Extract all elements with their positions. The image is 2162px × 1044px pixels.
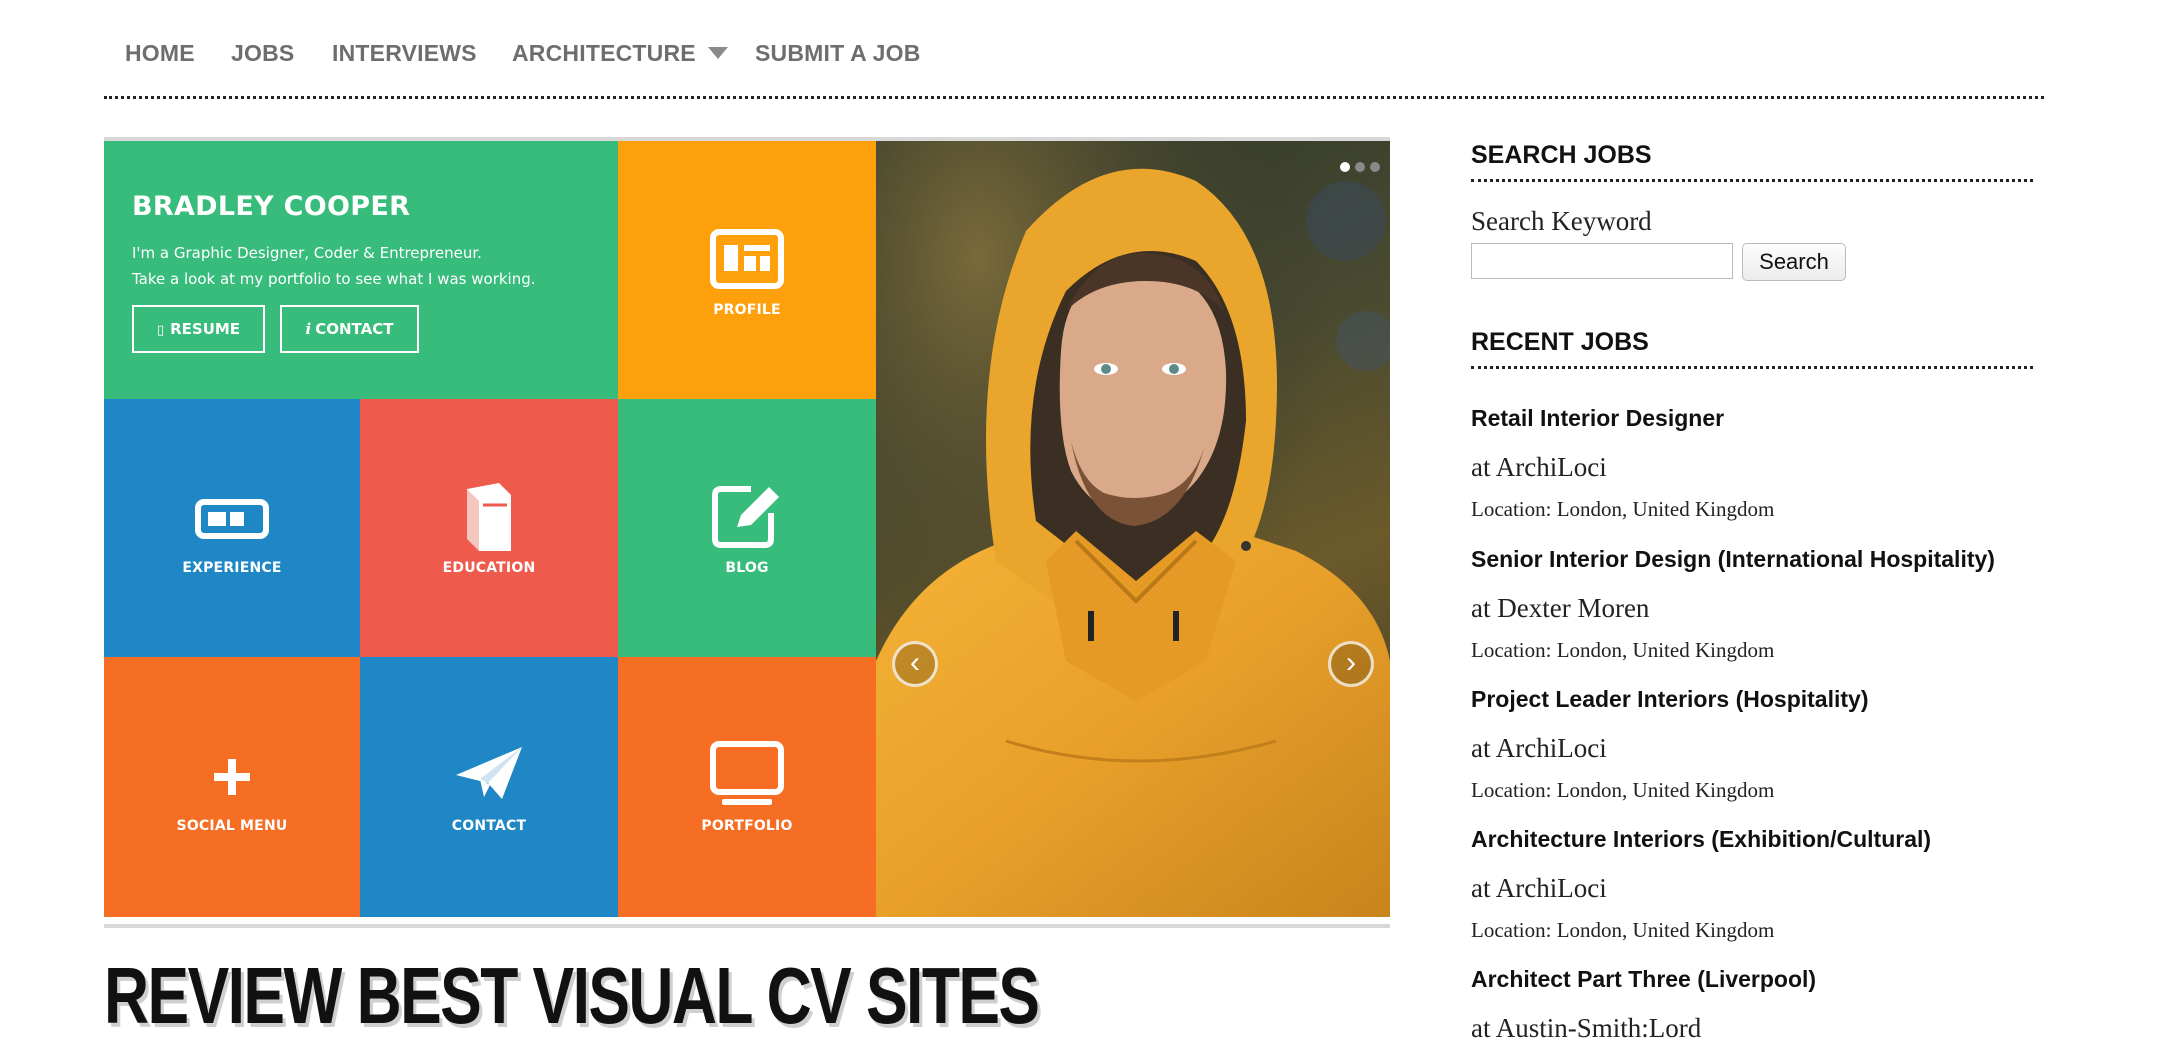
progress-bar-icon: [195, 499, 269, 539]
chevron-left-icon: ‹: [910, 646, 920, 679]
contact-button[interactable]: i CONTACT: [280, 305, 419, 353]
intro-line-2: Take a look at my portfolio to see what …: [132, 270, 536, 288]
nav-architecture[interactable]: ARCHITECTURE: [512, 40, 728, 67]
nav-architecture-label: ARCHITECTURE: [512, 40, 696, 66]
job-title[interactable]: Senior Interior Design (International Ho…: [1471, 546, 1995, 573]
tile-blog-label: BLOG: [725, 560, 769, 576]
job-company: at ArchiLoci: [1471, 452, 1607, 482]
nav-submit-job[interactable]: SUBMIT A JOB: [755, 40, 921, 67]
job-location: Location: London, United Kingdom: [1471, 918, 1775, 942]
divider: [1471, 179, 2033, 182]
article-title[interactable]: REVIEW BEST VISUAL CV SITES: [104, 956, 1040, 1036]
tile-education-label: EDUCATION: [442, 560, 536, 576]
intro-panel: BRADLEY COOPER I'm a Graphic Designer, C…: [104, 141, 618, 399]
slider-dot-2[interactable]: [1355, 162, 1365, 172]
search-keyword-input[interactable]: [1471, 243, 1733, 279]
paper-plane-icon: [456, 747, 522, 799]
job-company: at Dexter Moren: [1471, 593, 1650, 623]
tile-education[interactable]: EDUCATION: [360, 399, 618, 657]
resume-button-label: RESUME: [170, 320, 241, 338]
chevron-right-icon: ›: [1346, 646, 1356, 679]
job-location: Location: London, United Kingdom: [1471, 778, 1775, 802]
contact-button-label: CONTACT: [315, 320, 394, 338]
search-button[interactable]: Search: [1742, 243, 1846, 281]
tile-contact[interactable]: CONTACT: [360, 657, 618, 917]
nav-jobs[interactable]: JOBS: [231, 40, 294, 67]
job-location: Location: London, United Kingdom: [1471, 497, 1775, 521]
tile-social-menu[interactable]: SOCIAL MENU: [104, 657, 360, 917]
plus-icon: [214, 759, 250, 795]
intro-line-1: I'm a Graphic Designer, Coder & Entrepre…: [132, 244, 482, 262]
slider-dot-3[interactable]: [1370, 162, 1380, 172]
tile-contact-label: CONTACT: [451, 818, 527, 834]
main-nav: HOME JOBS INTERVIEWS ARCHITECTURE SUBMIT…: [104, 0, 2044, 99]
caret-down-icon: [707, 46, 728, 59]
slider-dot-1[interactable]: [1340, 162, 1350, 172]
book-icon: [467, 483, 511, 551]
slider-pagination: [1335, 159, 1380, 177]
hero-photo: ‹ ›: [876, 141, 1390, 917]
monitor-icon: [710, 741, 784, 805]
tile-profile[interactable]: PROFILE: [618, 141, 876, 399]
tile-social-menu-label: SOCIAL MENU: [176, 818, 288, 834]
id-card-icon: [710, 229, 784, 289]
hero-slider: BRADLEY COOPER I'm a Graphic Designer, C…: [104, 137, 1390, 928]
search-keyword-label: Search Keyword: [1471, 206, 1652, 236]
job-location: Location: London, United Kingdom: [1471, 638, 1775, 662]
job-title[interactable]: Project Leader Interiors (Hospitality): [1471, 686, 1868, 713]
file-icon: ▯: [156, 323, 165, 338]
tile-experience[interactable]: EXPERIENCE: [104, 399, 360, 657]
tile-experience-label: EXPERIENCE: [182, 560, 282, 576]
job-company: at Austin-Smith:Lord: [1471, 1013, 1702, 1043]
profile-name: BRADLEY COOPER: [132, 191, 411, 222]
tile-blog[interactable]: BLOG: [618, 399, 876, 657]
tile-portfolio[interactable]: PORTFOLIO: [618, 657, 876, 917]
tile-profile-label: PROFILE: [713, 302, 781, 318]
nav-interviews[interactable]: INTERVIEWS: [332, 40, 477, 67]
job-title[interactable]: Architecture Interiors (Exhibition/Cultu…: [1471, 826, 1931, 853]
job-company: at ArchiLoci: [1471, 873, 1607, 903]
search-jobs-heading: SEARCH JOBS: [1471, 141, 1652, 169]
job-title[interactable]: Retail Interior Designer: [1471, 405, 1724, 432]
info-icon: i: [305, 320, 312, 338]
resume-button[interactable]: ▯ RESUME: [132, 305, 265, 353]
recent-jobs-heading: RECENT JOBS: [1471, 328, 1649, 356]
edit-icon: [712, 486, 779, 548]
nav-home[interactable]: HOME: [125, 40, 195, 67]
tile-portfolio-label: PORTFOLIO: [701, 818, 793, 834]
divider: [1471, 366, 2033, 369]
man-in-yellow-hoodie-image: [876, 141, 1390, 917]
slider-next-button[interactable]: ›: [1328, 641, 1374, 687]
job-title[interactable]: Architect Part Three (Liverpool): [1471, 966, 1816, 993]
job-company: at ArchiLoci: [1471, 733, 1607, 763]
slider-prev-button[interactable]: ‹: [892, 641, 938, 687]
